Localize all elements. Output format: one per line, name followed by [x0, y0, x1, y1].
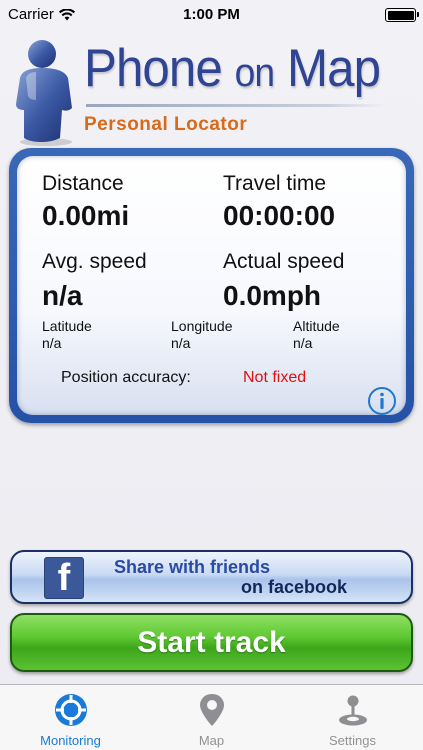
actual-speed-value: 0.0mph: [223, 280, 322, 311]
distance-label: Distance: [42, 172, 124, 195]
avg-speed-label: Avg. speed: [42, 250, 147, 273]
tab-bar: Monitoring Map Settings: [0, 684, 423, 750]
tab-label-settings: Settings: [329, 733, 376, 748]
latitude-value: n/a: [42, 335, 62, 351]
facebook-icon: f: [44, 557, 84, 599]
map-pin-icon: [199, 694, 224, 726]
tab-monitoring[interactable]: Monitoring: [0, 685, 141, 750]
stats-panel-inner: Distance 0.00mi Travel time 00:00:00 Avg…: [17, 156, 406, 415]
latitude-label: Latitude: [42, 318, 92, 334]
app-subtitle: Personal Locator: [84, 114, 248, 135]
longitude-value: n/a: [171, 335, 191, 351]
position-accuracy-label: Position accuracy:: [61, 369, 191, 386]
tab-label-monitoring: Monitoring: [40, 733, 101, 748]
tab-map[interactable]: Map: [141, 685, 282, 750]
altitude-value: n/a: [293, 335, 313, 351]
travel-time-value: 00:00:00: [223, 200, 336, 231]
crosshair-icon: [54, 694, 87, 726]
app-title: Phone on Map: [84, 38, 381, 99]
status-bar: Carrier 1:00 PM: [0, 0, 423, 30]
tab-settings[interactable]: Settings: [282, 685, 423, 750]
battery-icon: [385, 8, 419, 22]
title-word-map: Map: [286, 39, 381, 98]
share-text-line1: Share with friends: [114, 557, 271, 577]
tracking-stats-panel: Distance 0.00mi Travel time 00:00:00 Avg…: [9, 148, 414, 423]
title-word-on: on: [234, 51, 275, 95]
joystick-icon: [338, 695, 367, 726]
travel-time-label: Travel time: [223, 172, 327, 195]
logo-divider: [86, 104, 386, 107]
person-silhouette-icon: [16, 40, 72, 146]
info-icon[interactable]: [367, 386, 397, 416]
distance-value: 0.00mi: [42, 200, 130, 231]
actual-speed-label: Actual speed: [223, 250, 345, 273]
status-time: 1:00 PM: [183, 6, 240, 23]
position-accuracy-value: Not fixed: [243, 369, 307, 386]
longitude-label: Longitude: [171, 318, 233, 334]
avg-speed-value: n/a: [42, 280, 83, 311]
altitude-label: Altitude: [293, 318, 340, 334]
start-track-button[interactable]: Start track: [10, 613, 413, 672]
share-text-line2: on facebook: [240, 577, 347, 597]
title-word-phone: Phone: [84, 39, 223, 98]
share-facebook-button[interactable]: f Share with friends on facebook: [10, 550, 413, 604]
tab-label-map: Map: [198, 733, 225, 748]
app-logo: Phone on Map Personal Locator: [0, 30, 423, 146]
